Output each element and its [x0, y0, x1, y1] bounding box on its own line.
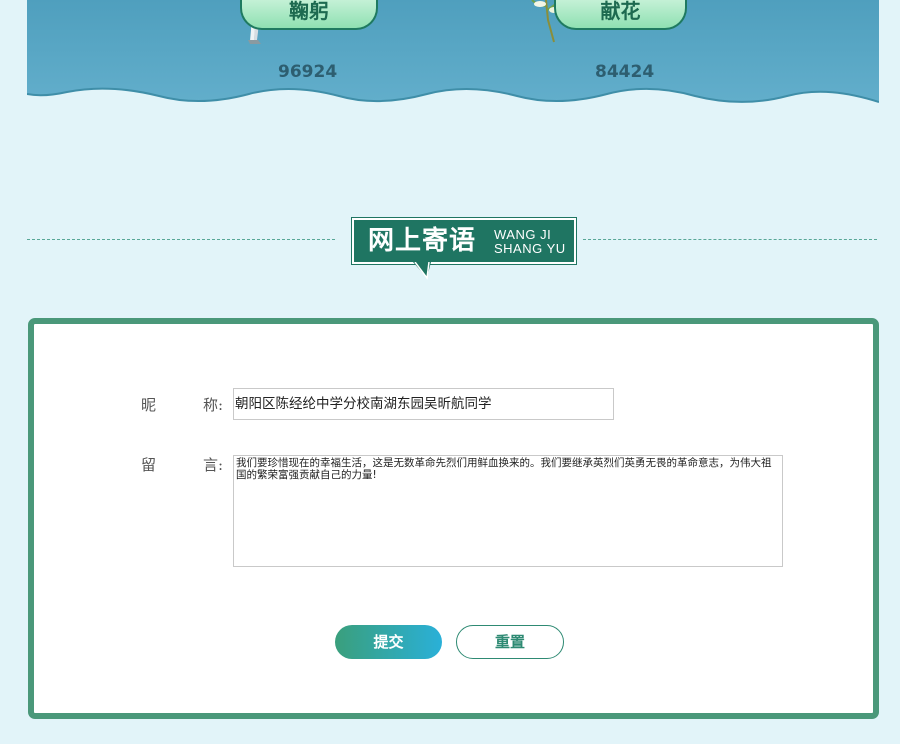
nickname-label-char1: 昵 — [141, 396, 157, 414]
tribute-panel-bg — [27, 0, 879, 103]
reset-button[interactable]: 重置 — [456, 625, 564, 659]
heading-divider-right — [583, 239, 877, 240]
section-heading: 网上寄语 WANG JI SHANG YU — [352, 218, 576, 264]
bow-count: 96924 — [278, 62, 338, 82]
section-heading-subtitle: WANG JI SHANG YU — [494, 228, 566, 256]
nickname-field[interactable]: 朝阳区陈经纶中学分校南湖东园吴昕航同学 — [233, 388, 614, 420]
nickname-label-char2: 称: — [203, 396, 224, 414]
submit-button[interactable]: 提交 — [335, 625, 442, 659]
section-heading-subtitle-line1: WANG JI — [494, 227, 552, 242]
heading-pointer — [413, 262, 431, 280]
message-label-char1: 留 — [141, 456, 157, 474]
flower-count: 84424 — [595, 62, 655, 82]
heading-divider-left — [27, 239, 335, 240]
section-heading-subtitle-line2: SHANG YU — [494, 241, 566, 256]
flower-button-label: 献花 — [600, 0, 641, 23]
message-textarea[interactable]: 我们要珍惜现在的幸福生活，这是无数革命先烈们用鲜血换来的。我们要继承英烈们英勇无… — [233, 455, 783, 567]
message-label-char2: 言: — [203, 456, 224, 474]
bow-button[interactable]: 鞠躬 — [240, 0, 378, 30]
tribute-panel — [27, 0, 879, 110]
section-heading-title: 网上寄语 — [368, 226, 477, 256]
bow-button-label: 鞠躬 — [289, 0, 329, 23]
flower-button[interactable]: 献花 — [554, 0, 687, 30]
